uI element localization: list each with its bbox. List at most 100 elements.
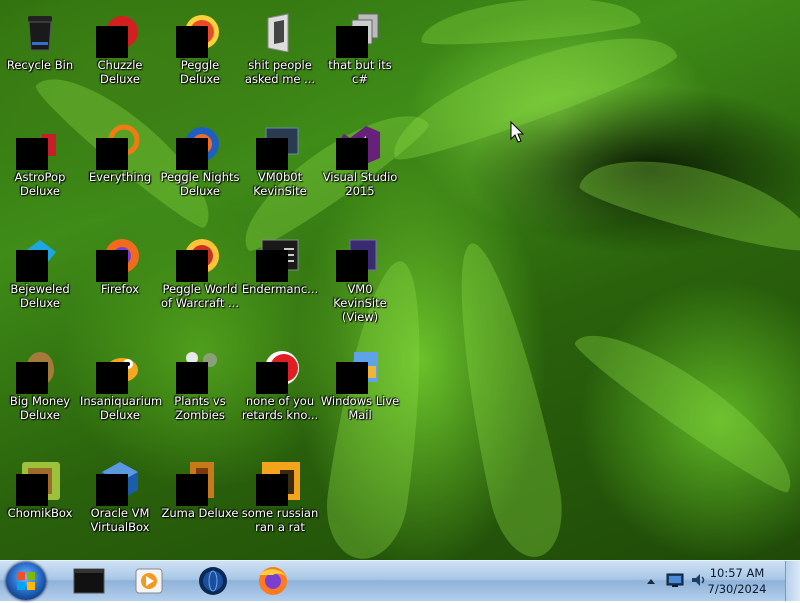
desktop-icon-label: Recycle Bin — [6, 58, 74, 72]
censor-box — [256, 362, 288, 394]
firefox-icon — [96, 236, 140, 282]
zuma-icon — [176, 460, 220, 506]
desktop-icon-some-russian[interactable]: some russian ran a rat — [240, 454, 320, 560]
desktop-icon-label: Endermanc... — [241, 282, 319, 296]
wallpaper-leaf — [576, 139, 800, 261]
folder-stack-icon — [336, 12, 380, 58]
vm-view-icon — [336, 236, 380, 282]
censor-box — [336, 362, 368, 394]
desktop-icon-label: Oracle VM VirtualBox — [90, 506, 150, 534]
censor-box — [336, 26, 368, 58]
start-button[interactable] — [6, 562, 46, 600]
censor-box — [16, 138, 48, 170]
desktop-icon-label: Plants vs Zombies — [174, 394, 226, 422]
folder-icon — [260, 12, 300, 53]
desktop-icon-endermanc[interactable]: Endermanc... — [240, 230, 320, 340]
taskbar-pin-command-prompt[interactable] — [64, 563, 114, 599]
chomikbox-icon — [16, 460, 60, 506]
terminal-window-icon — [256, 236, 300, 282]
censor-box — [96, 362, 128, 394]
desktop-icon-insaniquarium[interactable]: Insaniquarium Deluxe — [80, 342, 162, 452]
clock-date[interactable]: 7/30/2024 — [702, 582, 772, 596]
censor-box — [256, 250, 288, 282]
censor-box — [176, 250, 208, 282]
desktop-icon-label: Zuma Deluxe — [161, 506, 239, 520]
insaniquarium-icon — [96, 348, 140, 394]
desktop-icon-visual-studio[interactable]: Visual Studio 2015 — [320, 118, 400, 228]
show-desktop-button[interactable] — [785, 561, 800, 601]
desktop-icon-vm0-kevinsite-view[interactable]: VM0 KevinSite (View) — [320, 230, 400, 340]
censor-box — [96, 138, 128, 170]
chuzzle-icon — [96, 12, 140, 58]
windows-live-mail-icon — [336, 348, 380, 394]
peggle-icon — [176, 12, 220, 58]
bejeweled-icon — [16, 236, 60, 282]
globe-icon — [199, 567, 227, 595]
censor-box — [176, 362, 208, 394]
desktop-icon-label: AstroPop Deluxe — [14, 170, 66, 198]
media-player-icon — [135, 568, 163, 594]
taskbar: 10:57 AM 7/30/2024 — [0, 560, 800, 601]
desktop-icon-zuma[interactable]: Zuma Deluxe — [160, 454, 240, 560]
censor-box — [96, 250, 128, 282]
big-money-icon — [16, 348, 60, 394]
desktop-icon-virtualbox[interactable]: Oracle VM VirtualBox — [80, 454, 160, 560]
desktop-icon-windows-live-mail[interactable]: Windows Live Mail — [320, 342, 400, 452]
desktop-icon-chuzzle[interactable]: Chuzzle Deluxe — [80, 6, 160, 116]
desktop-icon-astropop[interactable]: AstroPop Deluxe — [0, 118, 80, 228]
desktop-icon-chomikbox[interactable]: ChomikBox — [0, 454, 80, 560]
tray-expand-arrow-icon[interactable] — [646, 573, 656, 592]
desktop-icon-label: Bejeweled Deluxe — [10, 282, 70, 310]
taskbar-pin-media-player[interactable] — [124, 563, 174, 599]
desktop-icon-label: none of you retards kno... — [241, 394, 319, 422]
mouse-cursor-icon — [510, 120, 526, 149]
recycle-bin-icon — [20, 12, 60, 52]
system-tray: 10:57 AM 7/30/2024 — [640, 561, 800, 601]
censor-box — [256, 138, 288, 170]
desktop-icon-firefox[interactable]: Firefox — [80, 230, 160, 340]
desktop-icon-vm0b0t-kevinsite[interactable]: VM0b0t KevinSite — [240, 118, 320, 228]
desktop-icon-that-but-its-csharp[interactable]: that but its c# — [320, 6, 400, 116]
network-icon[interactable] — [666, 571, 684, 593]
desktop-icon-bejeweled[interactable]: Bejeweled Deluxe — [0, 230, 80, 340]
desktop-icon-recycle-bin[interactable]: Recycle Bin — [0, 6, 80, 116]
virtualbox-icon — [96, 460, 140, 506]
censor-box — [336, 138, 368, 170]
desktop-icon-everything[interactable]: Everything — [80, 118, 160, 228]
censor-box — [176, 26, 208, 58]
desktop-icon-label: VM0b0t KevinSite — [253, 170, 307, 198]
command-prompt-icon — [73, 568, 105, 594]
desktop-icon-none-of-you[interactable]: none of you retards kno... — [240, 342, 320, 452]
desktop-icon-folder-shit-people[interactable]: shit people asked me ... — [240, 6, 320, 116]
censor-box — [176, 138, 208, 170]
desktop-icon-label: that but its c# — [328, 58, 392, 86]
clock-time[interactable]: 10:57 AM — [702, 566, 772, 580]
peggle-nights-icon — [176, 124, 220, 170]
taskbar-pin-firefox[interactable] — [248, 563, 298, 599]
censor-box — [16, 250, 48, 282]
desktop-icon-peggle[interactable]: Peggle Deluxe — [160, 6, 240, 116]
desktop-icon-peggle-nights[interactable]: Peggle Nights Deluxe — [160, 118, 240, 228]
desktop-wallpaper: Recycle Bin Chuzzle Deluxe Peggle Deluxe… — [0, 0, 800, 560]
plants-vs-zombies-icon — [176, 348, 220, 394]
censor-box — [336, 250, 368, 282]
censor-box — [256, 474, 288, 506]
taskbar-pin-globe[interactable] — [188, 563, 238, 599]
desktop-icon-label: Peggle Nights Deluxe — [160, 170, 240, 198]
desktop-icon-peggle-wow[interactable]: Peggle World of Warcraft ... — [160, 230, 240, 340]
desktop-icon-plants-vs-zombies[interactable]: Plants vs Zombies — [160, 342, 240, 452]
censor-box — [96, 474, 128, 506]
desktop-icon-label: Chuzzle Deluxe — [97, 58, 143, 86]
everything-search-icon — [96, 124, 140, 170]
desktop-icon-big-money[interactable]: Big Money Deluxe — [0, 342, 80, 452]
desktop-icon-label: ChomikBox — [7, 506, 73, 520]
wallpaper-leaf — [437, 236, 573, 560]
censor-box — [176, 474, 208, 506]
wallpaper-leaf — [569, 309, 800, 501]
windows-logo-icon — [17, 572, 35, 590]
desktop-icon-label: some russian ran a rat — [241, 506, 319, 534]
desktop-icon-label: Big Money Deluxe — [9, 394, 71, 422]
chuzzle-red-icon — [256, 348, 300, 394]
desktop-icon-label: shit people asked me ... — [244, 58, 316, 86]
visual-studio-icon — [336, 124, 380, 170]
